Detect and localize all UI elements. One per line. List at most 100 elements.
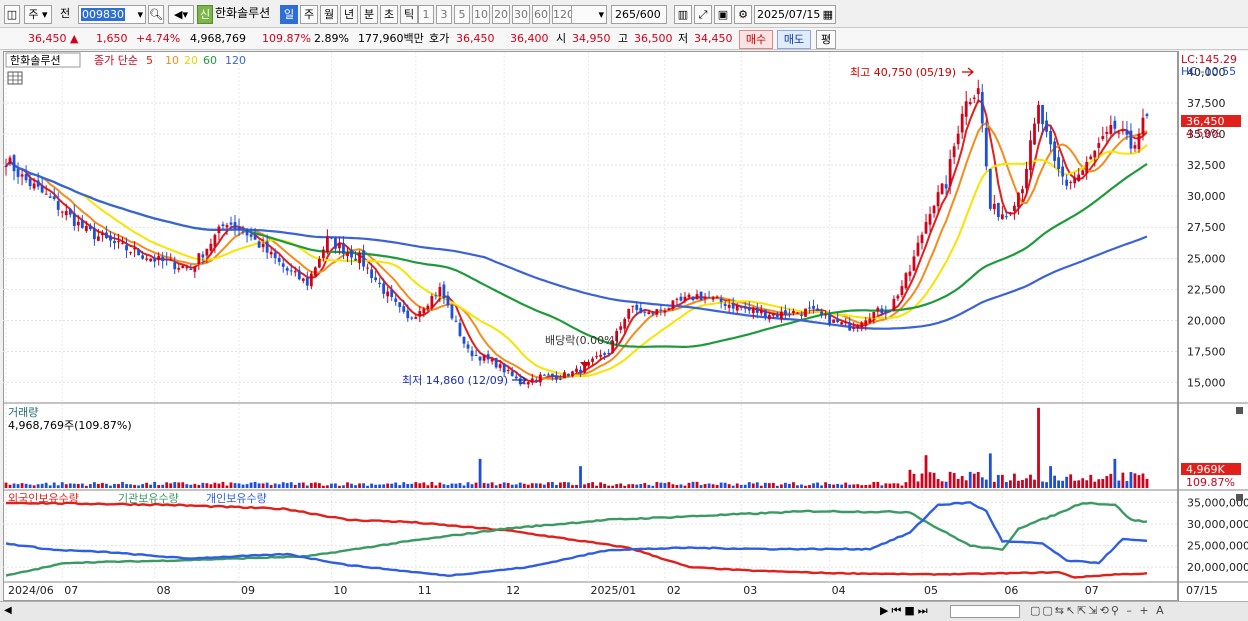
volume-bar — [217, 483, 221, 488]
volume-bar — [868, 484, 872, 488]
volume-bar — [844, 482, 848, 488]
candle-body — [382, 283, 386, 294]
last-date-label: 07/15 — [1186, 584, 1218, 597]
volume-bar — [330, 483, 333, 488]
scroll-left-icon[interactable]: ◀ — [4, 605, 12, 616]
candle-body — [631, 305, 635, 307]
candle-body — [514, 376, 518, 379]
volume-bar — [1125, 481, 1129, 488]
candle-body — [490, 359, 494, 362]
candle-body — [370, 269, 374, 278]
candle-body — [101, 233, 104, 236]
volume-bar — [213, 482, 217, 488]
candle-body — [241, 231, 245, 233]
ma5-legend: 5 — [146, 54, 153, 67]
volume-bar — [185, 484, 189, 488]
candle-body — [996, 203, 1000, 218]
volume-bar — [896, 483, 900, 488]
volume-bar — [390, 483, 394, 488]
candle-body — [948, 159, 952, 186]
candle-body — [229, 222, 233, 225]
table-toggle-icon[interactable] — [7, 71, 23, 85]
volume-pane-close-icon[interactable] — [1236, 407, 1243, 414]
volume-bar — [450, 483, 454, 488]
volume-bar — [759, 485, 763, 488]
volume-legend: 거래량 — [8, 406, 38, 419]
candle-body — [56, 201, 60, 210]
candle-body — [812, 305, 815, 309]
volume-bar — [72, 483, 76, 488]
volume-bar — [470, 484, 474, 488]
zoom-slider[interactable] — [950, 605, 1020, 618]
ma60-legend: 60 — [203, 54, 217, 67]
candle-body — [1057, 157, 1061, 170]
candle-body — [868, 318, 872, 323]
candle-body — [956, 133, 960, 145]
volume-bar — [297, 482, 301, 488]
volume-bar — [647, 484, 651, 488]
candle-body — [1025, 168, 1028, 189]
candle-body — [751, 308, 755, 314]
volume-bar — [273, 483, 277, 488]
candle-body — [1045, 120, 1048, 132]
candle-body — [506, 370, 510, 372]
volume-bar — [209, 484, 213, 488]
volume-bar — [719, 482, 723, 488]
volume-bar — [671, 484, 675, 488]
candle-body — [1004, 216, 1008, 218]
volume-bar — [149, 484, 153, 488]
volume-bar — [36, 484, 40, 488]
candle-body — [940, 183, 944, 194]
volume-bar — [289, 482, 293, 488]
month-label: 2025/01 — [591, 584, 637, 597]
candle-body — [687, 294, 691, 298]
candle-body — [522, 383, 526, 385]
volume-bar — [808, 484, 811, 488]
volume-bar — [301, 482, 305, 488]
candle-body — [892, 298, 896, 311]
chart-tools-icons[interactable]: ▢▢⇆↖⇱⇲⟲⚲ – + A — [1030, 604, 1166, 617]
volume-bar — [1033, 479, 1036, 488]
ma-legend-label: 종가 단순 — [94, 54, 138, 67]
volume-bar — [992, 481, 996, 488]
volume-bar — [679, 484, 683, 488]
candle-body — [643, 311, 647, 313]
volume-bar — [64, 484, 68, 488]
holdings-pane-close-icon[interactable] — [1236, 494, 1243, 501]
scroll-bar[interactable]: ◀ ▶⏮■⏭ ▢▢⇆↖⇱⇲⟲⚲ – + A — [0, 601, 1248, 621]
candle-body — [908, 271, 912, 276]
volume-bar — [129, 484, 132, 488]
candle-body — [273, 252, 277, 259]
volume-bar — [775, 485, 779, 488]
candle-body — [872, 312, 876, 319]
candle-body — [422, 308, 426, 314]
candle-body — [289, 270, 293, 272]
candle-body — [944, 184, 948, 189]
volume-bar — [382, 484, 386, 488]
volume-bar — [880, 485, 884, 488]
volume-bar — [892, 483, 896, 488]
candle-body — [398, 302, 402, 308]
volume-bar — [205, 483, 209, 488]
volume-bar — [912, 473, 916, 488]
volume-bar — [1013, 473, 1016, 488]
candle-body — [225, 225, 229, 228]
volume-bar — [1129, 472, 1133, 488]
volume-bar — [659, 482, 663, 488]
volume-bar — [454, 483, 458, 488]
candle-body — [113, 241, 116, 244]
candle-body — [808, 307, 811, 309]
candle-body — [502, 363, 506, 373]
candle-body — [804, 308, 807, 317]
candle-body — [60, 211, 64, 213]
playback-controls[interactable]: ▶⏮■⏭ — [880, 604, 931, 618]
volume-bar — [269, 485, 273, 488]
candle-body — [157, 256, 161, 261]
volume-bar — [583, 484, 586, 488]
volume-bar — [988, 453, 992, 488]
volume-bar — [458, 482, 462, 488]
volume-bar — [743, 484, 747, 488]
candle-body — [321, 249, 325, 259]
candle-body — [362, 250, 365, 267]
volume-bar — [237, 483, 241, 488]
